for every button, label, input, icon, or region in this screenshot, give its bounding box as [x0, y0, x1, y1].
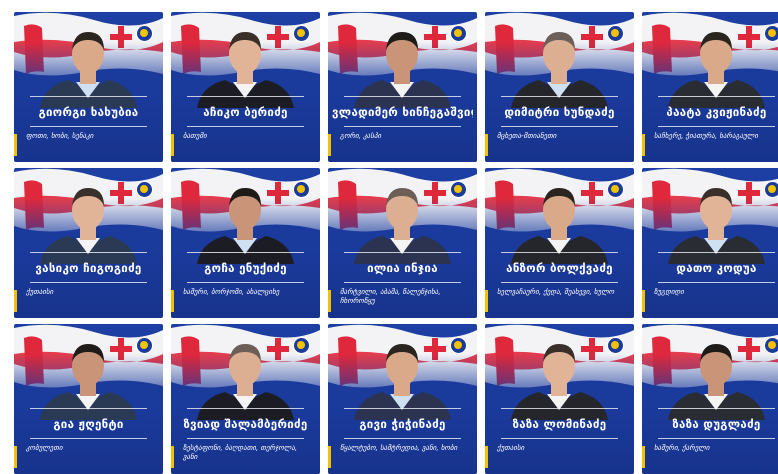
- candidate-card[interactable]: ზაზა ლომინაძე ქუთაისი: [485, 324, 634, 474]
- candidate-card[interactable]: გიორგი ხახუბია ფოთი, ხობი, სენაკი: [14, 12, 163, 162]
- accent-bar: [642, 446, 645, 468]
- divider: [344, 252, 461, 253]
- accent-bar: [642, 290, 645, 312]
- candidate-card[interactable]: ზაზა დუგლაძე ხაშური, ქარელი: [642, 324, 778, 474]
- divider: [30, 96, 147, 97]
- candidate-name: გოჩა ენუქიძე: [204, 261, 287, 275]
- divider: [187, 408, 304, 409]
- candidates-grid: გიორგი ხახუბია ფოთი, ხობი, სენაკი აჩიკო ბე…: [0, 0, 778, 474]
- divider: [30, 282, 147, 283]
- divider: [344, 126, 461, 127]
- candidate-card[interactable]: გია ჟღენტი კობულეთი: [14, 324, 163, 474]
- divider: [30, 438, 147, 439]
- candidate-card[interactable]: ანზორ ბოლქვაძე ხელვაჩაური, ქედა, შუახევი,…: [485, 168, 634, 318]
- divider: [501, 438, 618, 439]
- divider: [658, 408, 775, 409]
- candidate-card[interactable]: დათო კოდუა ზუგდიდი: [642, 168, 778, 318]
- candidate-region: ზესტაფონი, ბაღდათი, თერჯოლა, ვანი: [183, 444, 298, 461]
- candidate-card[interactable]: გოჩა ენუქიძე ხაშური, ბორჯომი, ახალციხე: [171, 168, 320, 318]
- candidate-name: გიორგი ხახუბია: [38, 105, 139, 119]
- divider: [187, 438, 304, 439]
- candidate-name: ზაზა დუგლაძე: [672, 417, 761, 431]
- candidate-card[interactable]: დიმიტრი ხუნდაძე მცხეთა-მთიანეთი: [485, 12, 634, 162]
- divider: [344, 408, 461, 409]
- candidate-name: დიმიტრი ხუნდაძე: [504, 105, 615, 119]
- candidate-card[interactable]: ვლადიმერ ხინჩეგაშვილი გორი, კასპი: [328, 12, 477, 162]
- divider: [30, 126, 147, 127]
- divider: [658, 282, 775, 283]
- accent-bar: [328, 134, 331, 156]
- candidate-name: გია ჟღენტი: [53, 417, 124, 431]
- divider: [658, 252, 775, 253]
- divider: [187, 126, 304, 127]
- candidate-name: ზვიად შალამბერიძე: [183, 417, 308, 431]
- accent-bar: [14, 446, 17, 468]
- divider: [30, 408, 147, 409]
- accent-bar: [14, 134, 17, 156]
- candidate-card[interactable]: პაატა კვიჟინაძე საჩხერე, ჭიათურა, ხარაგაუ…: [642, 12, 778, 162]
- candidate-name: გივი ჭიჭინაძე: [359, 417, 446, 431]
- candidate-name: ზაზა ლომინაძე: [512, 417, 607, 431]
- accent-bar: [642, 134, 645, 156]
- candidate-region: ქუთაისი: [497, 444, 525, 452]
- accent-bar: [328, 290, 331, 312]
- divider: [501, 126, 618, 127]
- divider: [658, 126, 775, 127]
- candidate-region: კობულეთი: [26, 444, 63, 452]
- candidate-card[interactable]: ზვიად შალამბერიძე ზესტაფონი, ბაღდათი, თერ…: [171, 324, 320, 474]
- candidate-card[interactable]: ილია ინჯია მარტვილი, აბაშა, წალენჯიხა, ჩხ…: [328, 168, 477, 318]
- candidate-region: ქუთაისი: [26, 288, 54, 296]
- accent-bar: [171, 290, 174, 312]
- candidate-region: ფოთი, ხობი, სენაკი: [26, 132, 94, 140]
- divider: [501, 96, 618, 97]
- accent-bar: [171, 134, 174, 156]
- candidate-name: ილია ინჯია: [367, 261, 438, 275]
- candidate-region: მცხეთა-მთიანეთი: [497, 132, 557, 140]
- divider: [187, 96, 304, 97]
- candidate-region: ხაშური, ბორჯომი, ახალციხე: [183, 288, 280, 296]
- candidate-region: ხელვაჩაური, ქედა, შუახევი, ხულო: [497, 288, 615, 296]
- accent-bar: [485, 134, 488, 156]
- divider: [344, 438, 461, 439]
- divider: [501, 252, 618, 253]
- candidate-region: საჩხერე, ჭიათურა, ხარაგაული: [654, 132, 759, 140]
- candidate-name: დათო კოდუა: [676, 261, 757, 275]
- divider: [658, 438, 775, 439]
- candidate-region: ბათუმი: [183, 132, 207, 140]
- divider: [501, 282, 618, 283]
- divider: [344, 282, 461, 283]
- accent-bar: [328, 446, 331, 468]
- divider: [30, 252, 147, 253]
- accent-bar: [14, 290, 17, 312]
- divider: [344, 96, 461, 97]
- candidate-card[interactable]: ვასიკო ჩიგოგიძე ქუთაისი: [14, 168, 163, 318]
- divider: [658, 96, 775, 97]
- candidate-region: ხაშური, ქარელი: [654, 444, 710, 452]
- accent-bar: [485, 290, 488, 312]
- candidate-card[interactable]: გივი ჭიჭინაძე წყალტუბო, სამტრედია, ვანი, …: [328, 324, 477, 474]
- candidate-region: წყალტუბო, სამტრედია, ვანი, ხობი: [340, 444, 458, 452]
- divider: [501, 408, 618, 409]
- accent-bar: [485, 446, 488, 468]
- candidate-region: ზუგდიდი: [654, 288, 684, 296]
- candidate-region: გორი, კასპი: [340, 132, 382, 140]
- candidate-name: აჩიკო ბერიძე: [203, 105, 288, 119]
- candidate-region: მარტვილი, აბაშა, წალენჯიხა, ჩხოროწყუ: [340, 288, 441, 305]
- divider: [187, 282, 304, 283]
- candidate-card[interactable]: აჩიკო ბერიძე ბათუმი: [171, 12, 320, 162]
- candidate-name: ანზორ ბოლქვაძე: [506, 261, 613, 275]
- candidate-name: ვლადიმერ ხინჩეგაშვილი: [332, 105, 473, 119]
- candidate-name: ვასიკო ჩიგოგიძე: [35, 261, 142, 275]
- accent-bar: [171, 446, 174, 468]
- candidate-name: პაატა კვიჟინაძე: [666, 105, 767, 119]
- divider: [187, 252, 304, 253]
